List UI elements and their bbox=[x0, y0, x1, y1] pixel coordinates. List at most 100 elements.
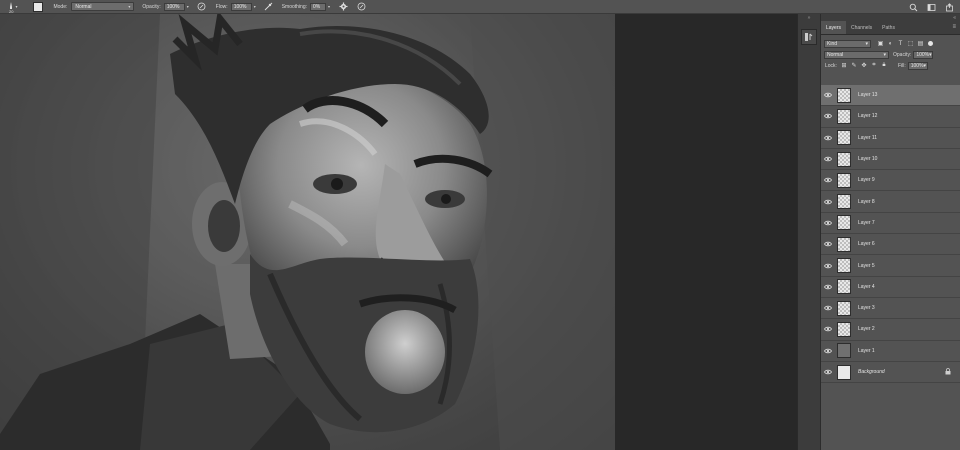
blend-mode-value: Normal bbox=[827, 51, 844, 58]
layer-row[interactable]: Layer 8 bbox=[821, 191, 960, 213]
filter-toggle[interactable] bbox=[928, 41, 933, 46]
smoothing-value: 0% bbox=[313, 3, 321, 10]
lock-label: Lock: bbox=[825, 62, 837, 69]
mode-select[interactable]: Normal ▾ bbox=[71, 2, 135, 11]
layer-row[interactable]: Layer 3 bbox=[821, 298, 960, 320]
layer-filter-row: Kind ▾ ▣ ◐ T ⬚ ▤ bbox=[821, 38, 960, 49]
layer-row[interactable]: Layer 11 bbox=[821, 128, 960, 149]
flow-value: 100% bbox=[233, 3, 247, 10]
chevron-down-icon: ▾ bbox=[128, 4, 131, 9]
tab-paths[interactable]: Paths bbox=[877, 21, 900, 34]
smoothing-label: Smoothing: bbox=[281, 3, 307, 10]
layer-thumbnail bbox=[837, 194, 851, 210]
mode-select-value: Normal bbox=[75, 3, 92, 10]
opacity-caret-icon[interactable]: ▾ bbox=[187, 4, 189, 9]
panel-tabs: Layers Channels Paths ≡ bbox=[821, 21, 960, 35]
history-panel-icon[interactable] bbox=[801, 29, 817, 45]
layer-thumbnail bbox=[837, 172, 851, 188]
layer-opacity-field[interactable]: 100% ▾ bbox=[913, 50, 934, 59]
eye-visibility-icon[interactable] bbox=[821, 241, 835, 247]
tab-channels[interactable]: Channels bbox=[846, 21, 877, 34]
document-canvas[interactable] bbox=[0, 14, 615, 450]
lock-icons: ⊞ ✎ ✥ ⌗ 🔒︎ bbox=[840, 62, 890, 70]
lock-position-icon[interactable]: ✥ bbox=[860, 62, 868, 70]
chevron-down-icon: ▾ bbox=[929, 51, 932, 58]
pressure-size-icon[interactable] bbox=[356, 2, 366, 12]
lock-all-icon[interactable]: 🔒︎ bbox=[880, 62, 888, 70]
eye-visibility-icon[interactable] bbox=[821, 305, 835, 311]
blend-mode-select[interactable]: Normal ▾ bbox=[824, 50, 889, 59]
opacity-field[interactable]: 100% bbox=[163, 2, 185, 11]
filter-pixel-icon[interactable]: ▣ bbox=[876, 40, 885, 48]
layer-thumbnail bbox=[837, 87, 851, 103]
lock-transparent-icon[interactable]: ⊞ bbox=[840, 62, 848, 70]
layer-name: Layer 11 bbox=[858, 134, 878, 141]
eye-visibility-icon[interactable] bbox=[821, 92, 835, 98]
pressure-opacity-icon[interactable] bbox=[197, 2, 207, 12]
eye-visibility-icon[interactable] bbox=[821, 326, 835, 332]
layer-name: Layer 5 bbox=[858, 262, 875, 269]
gear-icon[interactable] bbox=[338, 2, 348, 12]
flow-field[interactable]: 100% bbox=[230, 2, 252, 11]
airbrush-icon[interactable] bbox=[264, 2, 274, 12]
portrait-painting bbox=[0, 14, 615, 450]
lock-artboard-icon[interactable]: ⌗ bbox=[870, 62, 878, 70]
fill-field[interactable]: 100% ▾ bbox=[907, 61, 928, 70]
layers-panel: « Layers Channels Paths ≡ Kind ▾ ▣ ◐ T ⬚… bbox=[820, 14, 960, 450]
brush-tool-icon[interactable] bbox=[5, 1, 17, 13]
layer-name: Layer 1 bbox=[858, 347, 875, 354]
layer-row[interactable]: Layer 4 bbox=[821, 277, 960, 298]
eye-visibility-icon[interactable] bbox=[821, 113, 835, 119]
smoothing-caret-icon[interactable]: ▾ bbox=[328, 4, 330, 9]
smoothing-field[interactable]: 0% bbox=[310, 2, 326, 11]
eye-visibility-icon[interactable] bbox=[821, 135, 835, 141]
filter-smart-object-icon[interactable]: ▤ bbox=[916, 40, 925, 48]
eye-visibility-icon[interactable] bbox=[821, 177, 835, 183]
flow-caret-icon[interactable]: ▾ bbox=[254, 4, 256, 9]
brush-preset-picker[interactable] bbox=[33, 1, 44, 12]
opacity-value: 100% bbox=[166, 3, 180, 10]
filter-kind-select[interactable]: Kind ▾ bbox=[824, 39, 871, 48]
layer-name: Layer 9 bbox=[858, 177, 875, 184]
eye-visibility-icon[interactable] bbox=[821, 220, 835, 226]
layer-row[interactable]: Layer 9 bbox=[821, 170, 960, 192]
layer-row[interactable]: Layer 1 bbox=[821, 341, 960, 362]
layer-name: Layer 8 bbox=[858, 198, 875, 205]
layer-row[interactable]: Layer 13 bbox=[821, 85, 960, 107]
filter-shape-icon[interactable]: ⬚ bbox=[906, 40, 915, 48]
tab-layers[interactable]: Layers bbox=[821, 21, 847, 34]
share-icon[interactable] bbox=[944, 2, 954, 12]
layer-name: Layer 10 bbox=[858, 156, 878, 163]
eye-visibility-icon[interactable] bbox=[821, 156, 835, 162]
eye-visibility-icon[interactable] bbox=[821, 369, 835, 375]
layer-thumbnail bbox=[837, 343, 851, 359]
lock-paint-icon[interactable]: ✎ bbox=[850, 62, 858, 70]
search-icon[interactable] bbox=[908, 2, 918, 12]
panel-collapse-icon[interactable]: « bbox=[953, 15, 956, 21]
layer-row[interactable]: Layer 10 bbox=[821, 149, 960, 171]
lock-icon bbox=[945, 367, 951, 377]
layer-thumbnail bbox=[837, 258, 851, 274]
layer-row[interactable]: Layer 6 bbox=[821, 234, 960, 256]
fill-label: Fill: bbox=[897, 62, 906, 69]
filter-icons: ▣ ◐ T ⬚ ▤ bbox=[876, 40, 926, 48]
filter-type-icon[interactable]: T bbox=[896, 40, 905, 48]
layer-row[interactable]: Background bbox=[821, 362, 960, 384]
filter-adjustment-icon[interactable]: ◐ bbox=[886, 40, 895, 48]
layer-name: Layer 3 bbox=[858, 305, 875, 312]
pasteboard-area bbox=[615, 14, 797, 450]
collapse-dock-icon[interactable]: » bbox=[798, 15, 820, 21]
layer-row[interactable]: Layer 2 bbox=[821, 319, 960, 341]
panel-menu-icon[interactable]: ≡ bbox=[952, 24, 956, 30]
layer-thumbnail bbox=[837, 236, 851, 252]
layer-row[interactable]: Layer 5 bbox=[821, 255, 960, 277]
layer-row[interactable]: Layer 12 bbox=[821, 106, 960, 128]
eye-visibility-icon[interactable] bbox=[821, 348, 835, 354]
layer-row[interactable]: Layer 7 bbox=[821, 213, 960, 235]
layers-list: Layer 13 Layer 12 Layer 11 Layer 10 Layer 9 L… bbox=[821, 85, 960, 384]
eye-visibility-icon[interactable] bbox=[821, 284, 835, 290]
chevron-down-icon: ▾ bbox=[923, 62, 927, 69]
eye-visibility-icon[interactable] bbox=[821, 263, 835, 269]
workspace-icon[interactable] bbox=[926, 2, 936, 12]
eye-visibility-icon[interactable] bbox=[821, 199, 835, 205]
